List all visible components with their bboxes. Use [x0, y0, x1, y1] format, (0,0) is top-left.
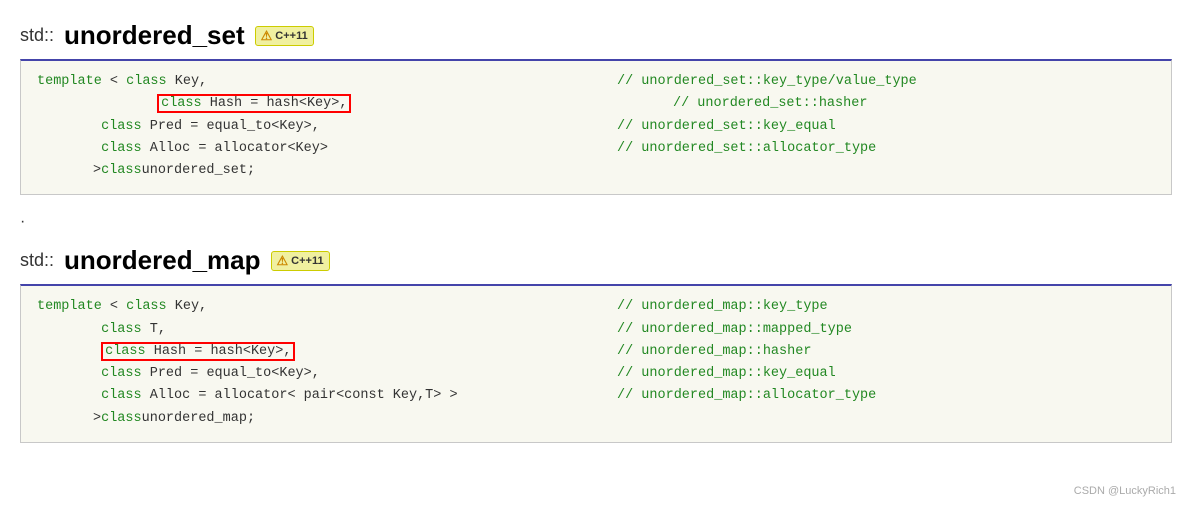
map-code-line-2: class T, // unordered_map::mapped_type	[37, 319, 1155, 341]
map-comment-2: // unordered_map::mapped_type	[617, 319, 1155, 341]
code-line-1: template < class Key, // unordered_set::…	[37, 71, 1155, 93]
alloc-text-1: Alloc = allocator<Key>	[150, 141, 328, 156]
close-bracket-1: >	[93, 160, 101, 182]
map-comment-1: // unordered_map::key_type	[617, 296, 1155, 318]
highlight-hash-1: class Hash = hash<Key>,	[157, 94, 351, 113]
angle-bracket-2: <	[110, 299, 126, 314]
alloc-text-2: Alloc = allocator< pair<const Key,T> >	[150, 388, 458, 403]
warning-badge-2: C++11	[271, 251, 330, 271]
class-kw-m6: class	[101, 408, 142, 430]
close-bracket-2: >	[93, 408, 101, 430]
class-kw-m4: class	[101, 366, 142, 381]
hash-text-1: Hash = hash<Key>,	[210, 96, 348, 111]
std-prefix-1: std::	[20, 25, 54, 46]
key-1: Key,	[175, 74, 207, 89]
class-kw-m1: class	[126, 299, 167, 314]
class-kw-m2: class	[101, 322, 142, 337]
map-code-line-3: class Hash = hash<Key>, // unordered_map…	[37, 341, 1155, 363]
code-line-5: > class unordered_set;	[37, 160, 1155, 182]
class-kw-m5: class	[101, 388, 142, 403]
class-kw-3: class	[101, 119, 142, 134]
unordered-map-name: unordered_map;	[142, 408, 255, 430]
comment-4: // unordered_set::allocator_type	[617, 138, 1155, 160]
class-name-unordered-set: unordered_set	[64, 20, 245, 51]
code-line-4: class Alloc = allocator<Key> // unordere…	[37, 138, 1155, 160]
pred-text-2: Pred = equal_to<Key>,	[150, 366, 320, 381]
dot-separator: ·	[20, 213, 1172, 231]
map-comment-5: // unordered_map::allocator_type	[617, 385, 1155, 407]
map-code-line-5: class Alloc = allocator< pair<const Key,…	[37, 385, 1155, 407]
hash-text-2: Hash = hash<Key>,	[154, 344, 292, 359]
template-kw-1: template	[37, 74, 102, 89]
map-code-line-6: > class unordered_map;	[37, 408, 1155, 430]
code-block-unordered-map: template < class Key, // unordered_map::…	[20, 284, 1172, 443]
t-text: T,	[150, 322, 166, 337]
map-code-line-1: template < class Key, // unordered_map::…	[37, 296, 1155, 318]
code-line-2: class Hash = hash<Key>, // unordered_set…	[93, 93, 1155, 115]
unordered-set-name: unordered_set;	[142, 160, 255, 182]
map-code-line-4: class Pred = equal_to<Key>, // unordered…	[37, 363, 1155, 385]
class-kw-1: class	[126, 74, 167, 89]
code-line-3: class Pred = equal_to<Key>, // unordered…	[37, 116, 1155, 138]
comment-2: // unordered_set::hasher	[673, 93, 1155, 115]
std-prefix-2: std::	[20, 250, 54, 271]
template-kw-2: template	[37, 299, 102, 314]
highlight-hash-2: class Hash = hash<Key>,	[101, 342, 295, 361]
angle-bracket-1: <	[110, 74, 126, 89]
code-block-unordered-set: template < class Key, // unordered_set::…	[20, 59, 1172, 195]
class-kw-m3: class	[105, 344, 146, 359]
class-kw-4: class	[101, 141, 142, 156]
watermark: CSDN @LuckyRich1	[1074, 485, 1176, 497]
comment-3: // unordered_set::key_equal	[617, 116, 1155, 138]
section-title-unordered-map: std::unordered_map C++11	[20, 245, 1172, 276]
key-2: Key,	[175, 299, 207, 314]
pred-text-1: Pred = equal_to<Key>,	[150, 119, 320, 134]
section-title-unordered-set: std::unordered_set C++11	[20, 20, 1172, 51]
page-container: std::unordered_set C++11 template < clas…	[0, 0, 1192, 505]
comment-1: // unordered_set::key_type/value_type	[617, 71, 1155, 93]
class-kw-2: class	[161, 96, 202, 111]
warning-badge-1: C++11	[255, 26, 314, 46]
map-comment-4: // unordered_map::key_equal	[617, 363, 1155, 385]
class-name-unordered-map: unordered_map	[64, 245, 261, 276]
map-comment-3: // unordered_map::hasher	[617, 341, 1155, 363]
class-kw-5: class	[101, 160, 142, 182]
